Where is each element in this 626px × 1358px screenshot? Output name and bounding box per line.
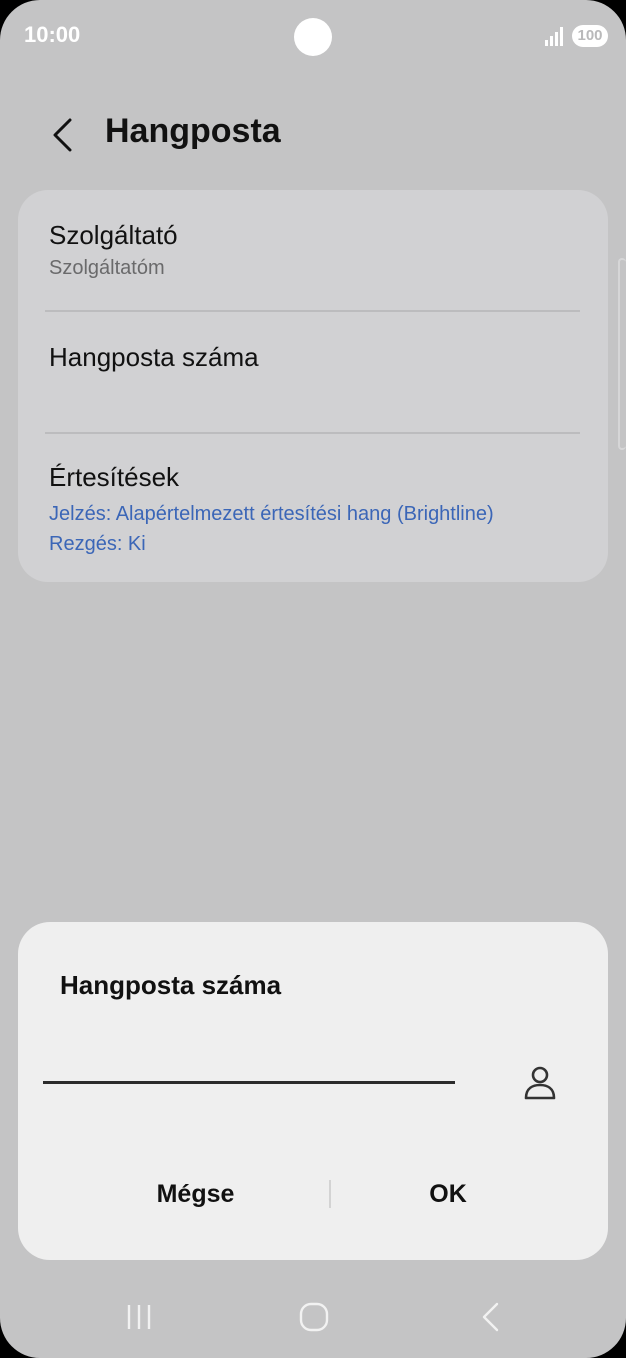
voicemail-number-title: Hangposta száma [49,342,259,372]
chevron-left-icon [53,118,72,152]
provider-title: Szolgáltató [49,220,178,250]
contact-picker-button[interactable] [517,1060,563,1106]
back-icon [482,1302,499,1332]
phone-screen: 10:00 100 Hangposta Szolgáltató Szolgált… [0,0,626,1358]
status-time: 10:00 [24,22,81,47]
status-bar: 10:00 100 [0,0,626,70]
person-icon [524,1066,556,1100]
recents-button[interactable] [112,1292,166,1342]
battery-icon: 100 [572,25,608,47]
voicemail-number-row[interactable]: Hangposta száma [49,342,259,373]
home-button[interactable] [286,1292,342,1342]
notification-sound: Jelzés: Alapértelmezett értesítési hang … [49,503,494,525]
notifications-title: Értesítések [49,462,180,492]
back-button[interactable] [40,108,84,162]
settings-card: Szolgáltató Szolgáltatóm Hangposta száma… [18,190,608,582]
ok-button[interactable]: OK [343,1168,553,1220]
camera-cutout [294,18,332,56]
nav-back-button[interactable] [462,1292,518,1342]
notification-vibration: Rezgés: Ki [49,533,146,555]
button-separator [329,1180,331,1208]
voicemail-number-dialog: Hangposta száma Mégse OK [18,922,608,1260]
divider [45,310,580,312]
home-icon [299,1302,329,1332]
recents-icon [127,1305,151,1329]
notifications-row[interactable]: Értesítések Jelzés: Alapértelmezett érte… [49,462,494,559]
page-title: Hangposta [105,112,281,150]
cancel-button[interactable]: Mégse [88,1168,303,1220]
signal-icon [545,26,567,46]
scrollbar[interactable] [618,258,626,450]
dialog-title: Hangposta száma [60,970,282,1000]
divider [45,432,580,434]
provider-value: Szolgáltatóm [49,257,165,279]
voicemail-number-input[interactable] [43,1040,455,1084]
provider-row[interactable]: Szolgáltató Szolgáltatóm [49,220,178,280]
